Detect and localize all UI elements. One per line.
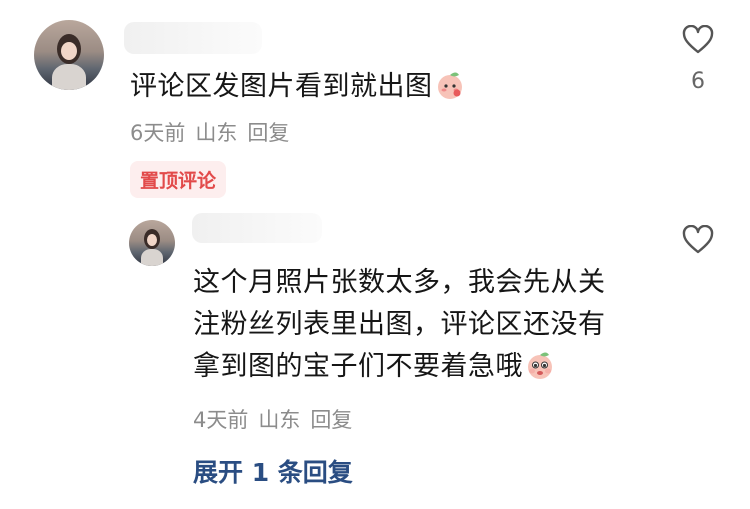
reply-text: 这个月照片张数太多，我会先从关 注粉丝列表里出图，评论区还没有 拿到图的宝子们不… [193, 262, 606, 388]
like-count: 6 [691, 69, 705, 94]
peach-pleading-emoji [528, 352, 552, 379]
comment-reply-button[interactable]: 回复 [247, 121, 289, 145]
reply-location: 山东 [258, 408, 301, 432]
expand-replies-button[interactable]: 展开 1 条回复 [193, 453, 353, 489]
reply-time: 4天前 [193, 408, 249, 432]
replier-avatar[interactable] [129, 220, 175, 266]
reply-like-heart-icon[interactable] [682, 225, 714, 255]
commenter-avatar[interactable] [34, 20, 104, 90]
replier-name-blurred[interactable] [192, 213, 322, 243]
reply-text-line: 这个月照片张数太多，我会先从关 [193, 267, 606, 298]
reply-text-line: 拿到图的宝子们不要着急哦 [193, 346, 606, 388]
like-heart-icon[interactable] [682, 25, 714, 55]
comment-location: 山东 [195, 121, 238, 145]
commenter-name-blurred[interactable] [124, 22, 262, 54]
peach-blush-emoji [437, 72, 462, 99]
reply-meta: 4天前 山东 回复 [193, 404, 362, 434]
reply-reply-button[interactable]: 回复 [310, 408, 352, 432]
reply-text-line: 注粉丝列表里出图，评论区还没有 [193, 309, 606, 340]
comment-meta: 6天前 山东 回复 [130, 117, 299, 147]
comment-text: 评论区发图片看到就出图 [130, 64, 465, 103]
comment-time: 6天前 [130, 121, 186, 145]
pinned-comment-badge: 置顶评论 [130, 161, 227, 198]
